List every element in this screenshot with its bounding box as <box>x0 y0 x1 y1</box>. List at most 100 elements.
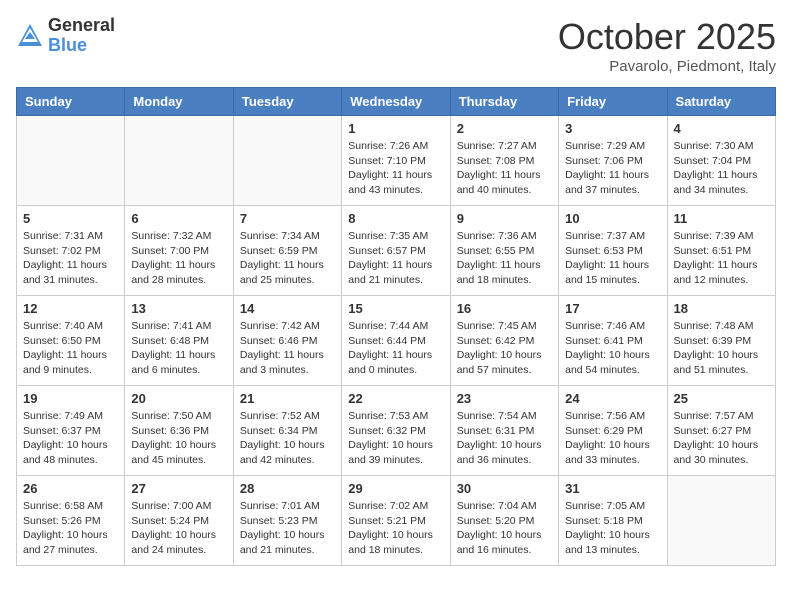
calendar-day-cell: 25 Sunrise: 7:57 AM Sunset: 6:27 PM Dayli… <box>667 386 775 476</box>
month-title: October 2025 <box>558 16 776 58</box>
day-number: 12 <box>23 301 118 316</box>
day-number: 27 <box>131 481 226 496</box>
day-number: 3 <box>565 121 660 136</box>
day-info: Sunrise: 7:31 AM Sunset: 7:02 PM Dayligh… <box>23 229 118 288</box>
day-info: Sunrise: 7:29 AM Sunset: 7:06 PM Dayligh… <box>565 139 660 198</box>
day-info: Sunrise: 7:42 AM Sunset: 6:46 PM Dayligh… <box>240 319 335 378</box>
day-number: 25 <box>674 391 769 406</box>
calendar-day-cell: 26Sunrise: 6:58 AM Sunset: 5:26 PM Dayli… <box>17 476 125 566</box>
calendar-day-cell: 15Sunrise: 7:44 AM Sunset: 6:44 PM Dayli… <box>342 296 450 386</box>
day-info: Sunrise: 7:56 AM Sunset: 6:29 PM Dayligh… <box>565 409 660 468</box>
calendar-day-cell <box>667 476 775 566</box>
day-number: 21 <box>240 391 335 406</box>
calendar-day-cell: 13 Sunrise: 7:41 AM Sunset: 6:48 PM Dayli… <box>125 296 233 386</box>
day-info: Sunrise: 7:52 AM Sunset: 6:34 PM Dayligh… <box>240 409 335 468</box>
day-info: Sunrise: 7:57 AM Sunset: 6:27 PM Dayligh… <box>674 409 769 468</box>
calendar-week-row: 12 Sunrise: 7:40 AM Sunset: 6:50 PM Dayli… <box>17 296 776 386</box>
day-number: 14 <box>240 301 335 316</box>
day-of-week-header: Friday <box>559 88 667 116</box>
page-header: General Blue October 2025 Pavarolo, Pied… <box>16 16 776 75</box>
day-number: 26 <box>23 481 118 496</box>
day-number: 31 <box>565 481 660 496</box>
calendar-day-cell: 20 Sunrise: 7:50 AM Sunset: 6:36 PM Dayli… <box>125 386 233 476</box>
day-info: Sunrise: 7:39 AM Sunset: 6:51 PM Dayligh… <box>674 229 769 288</box>
calendar-day-cell: 29 Sunrise: 7:02 AM Sunset: 5:21 PM Dayli… <box>342 476 450 566</box>
day-number: 4 <box>674 121 769 136</box>
calendar-day-cell: 6Sunrise: 7:32 AM Sunset: 7:00 PM Daylig… <box>125 206 233 296</box>
calendar-header-row: SundayMondayTuesdayWednesdayThursdayFrid… <box>17 88 776 116</box>
calendar-day-cell <box>125 116 233 206</box>
day-info: Sunrise: 7:05 AM Sunset: 5:18 PM Dayligh… <box>565 499 660 558</box>
day-of-week-header: Monday <box>125 88 233 116</box>
day-of-week-header: Saturday <box>667 88 775 116</box>
calendar-day-cell: 23 Sunrise: 7:54 AM Sunset: 6:31 PM Dayli… <box>450 386 558 476</box>
location-subtitle: Pavarolo, Piedmont, Italy <box>558 58 776 75</box>
day-info: Sunrise: 7:54 AM Sunset: 6:31 PM Dayligh… <box>457 409 552 468</box>
calendar-day-cell: 2 Sunrise: 7:27 AM Sunset: 7:08 PM Daylig… <box>450 116 558 206</box>
day-info: Sunrise: 7:34 AM Sunset: 6:59 PM Dayligh… <box>240 229 335 288</box>
day-info: Sunrise: 7:40 AM Sunset: 6:50 PM Dayligh… <box>23 319 118 378</box>
day-info: Sunrise: 7:30 AM Sunset: 7:04 PM Dayligh… <box>674 139 769 198</box>
calendar-day-cell: 14 Sunrise: 7:42 AM Sunset: 6:46 PM Dayli… <box>233 296 341 386</box>
day-number: 16 <box>457 301 552 316</box>
day-info: Sunrise: 7:27 AM Sunset: 7:08 PM Dayligh… <box>457 139 552 198</box>
day-info: Sunrise: 7:45 AM Sunset: 6:42 PM Dayligh… <box>457 319 552 378</box>
day-number: 18 <box>674 301 769 316</box>
calendar-day-cell: 21 Sunrise: 7:52 AM Sunset: 6:34 PM Dayli… <box>233 386 341 476</box>
day-number: 11 <box>674 211 769 226</box>
calendar-day-cell: 1 Sunrise: 7:26 AM Sunset: 7:10 PM Daylig… <box>342 116 450 206</box>
day-info: Sunrise: 7:36 AM Sunset: 6:55 PM Dayligh… <box>457 229 552 288</box>
calendar-day-cell: 17 Sunrise: 7:46 AM Sunset: 6:41 PM Dayli… <box>559 296 667 386</box>
day-of-week-header: Wednesday <box>342 88 450 116</box>
calendar-day-cell: 27 Sunrise: 7:00 AM Sunset: 5:24 PM Dayli… <box>125 476 233 566</box>
day-number: 29 <box>348 481 443 496</box>
calendar-day-cell: 18 Sunrise: 7:48 AM Sunset: 6:39 PM Dayli… <box>667 296 775 386</box>
calendar-day-cell: 16 Sunrise: 7:45 AM Sunset: 6:42 PM Dayli… <box>450 296 558 386</box>
calendar-week-row: 19Sunrise: 7:49 AM Sunset: 6:37 PM Dayli… <box>17 386 776 476</box>
day-info: Sunrise: 7:37 AM Sunset: 6:53 PM Dayligh… <box>565 229 660 288</box>
day-info: Sunrise: 7:46 AM Sunset: 6:41 PM Dayligh… <box>565 319 660 378</box>
calendar-day-cell: 9 Sunrise: 7:36 AM Sunset: 6:55 PM Daylig… <box>450 206 558 296</box>
day-number: 9 <box>457 211 552 226</box>
logo-icon <box>16 22 44 50</box>
day-info: Sunrise: 7:01 AM Sunset: 5:23 PM Dayligh… <box>240 499 335 558</box>
day-number: 30 <box>457 481 552 496</box>
calendar-day-cell <box>17 116 125 206</box>
day-info: Sunrise: 7:02 AM Sunset: 5:21 PM Dayligh… <box>348 499 443 558</box>
day-number: 20 <box>131 391 226 406</box>
day-number: 23 <box>457 391 552 406</box>
day-number: 1 <box>348 121 443 136</box>
day-info: Sunrise: 7:44 AM Sunset: 6:44 PM Dayligh… <box>348 319 443 378</box>
calendar-week-row: 5Sunrise: 7:31 AM Sunset: 7:02 PM Daylig… <box>17 206 776 296</box>
day-info: Sunrise: 7:50 AM Sunset: 6:36 PM Dayligh… <box>131 409 226 468</box>
title-block: October 2025 Pavarolo, Piedmont, Italy <box>558 16 776 75</box>
day-info: Sunrise: 7:26 AM Sunset: 7:10 PM Dayligh… <box>348 139 443 198</box>
calendar-day-cell: 24 Sunrise: 7:56 AM Sunset: 6:29 PM Dayli… <box>559 386 667 476</box>
calendar-day-cell: 4 Sunrise: 7:30 AM Sunset: 7:04 PM Daylig… <box>667 116 775 206</box>
day-of-week-header: Thursday <box>450 88 558 116</box>
day-number: 7 <box>240 211 335 226</box>
calendar-day-cell: 11 Sunrise: 7:39 AM Sunset: 6:51 PM Dayli… <box>667 206 775 296</box>
day-info: Sunrise: 7:04 AM Sunset: 5:20 PM Dayligh… <box>457 499 552 558</box>
day-number: 8 <box>348 211 443 226</box>
day-of-week-header: Tuesday <box>233 88 341 116</box>
logo-general: General <box>48 15 115 35</box>
logo: General Blue <box>16 16 115 56</box>
day-number: 2 <box>457 121 552 136</box>
day-number: 24 <box>565 391 660 406</box>
calendar-day-cell <box>233 116 341 206</box>
day-number: 6 <box>131 211 226 226</box>
calendar-day-cell: 19Sunrise: 7:49 AM Sunset: 6:37 PM Dayli… <box>17 386 125 476</box>
day-info: Sunrise: 7:41 AM Sunset: 6:48 PM Dayligh… <box>131 319 226 378</box>
calendar-day-cell: 31 Sunrise: 7:05 AM Sunset: 5:18 PM Dayli… <box>559 476 667 566</box>
calendar-week-row: 1 Sunrise: 7:26 AM Sunset: 7:10 PM Daylig… <box>17 116 776 206</box>
calendar-day-cell: 12 Sunrise: 7:40 AM Sunset: 6:50 PM Dayli… <box>17 296 125 386</box>
day-number: 10 <box>565 211 660 226</box>
day-info: Sunrise: 7:00 AM Sunset: 5:24 PM Dayligh… <box>131 499 226 558</box>
day-number: 17 <box>565 301 660 316</box>
day-of-week-header: Sunday <box>17 88 125 116</box>
day-info: Sunrise: 7:48 AM Sunset: 6:39 PM Dayligh… <box>674 319 769 378</box>
day-number: 19 <box>23 391 118 406</box>
day-number: 22 <box>348 391 443 406</box>
day-number: 13 <box>131 301 226 316</box>
